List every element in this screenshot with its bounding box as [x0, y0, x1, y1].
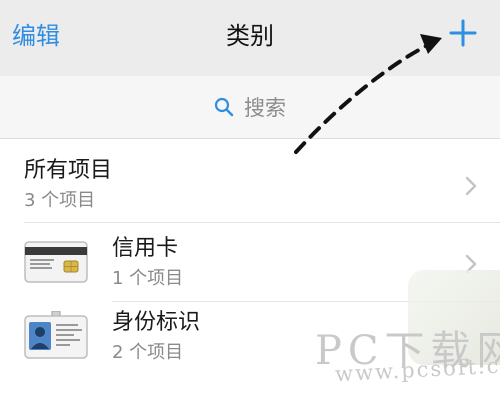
list-item-title: 身份标识	[112, 310, 201, 335]
list-item-subtitle: 1 个项目	[112, 268, 184, 289]
list-item-title: 信用卡	[112, 236, 179, 261]
id-card-icon	[24, 311, 88, 359]
list-item-subtitle: 2 个项目	[112, 342, 184, 363]
chevron-right-icon	[465, 176, 477, 196]
list-item-all[interactable]: 所有项目 3 个项目	[0, 139, 500, 223]
credit-card-icon	[24, 241, 88, 283]
search-icon	[214, 97, 234, 117]
list-item-subtitle: 3 个项目	[24, 190, 96, 211]
list-item-title: 所有项目	[24, 158, 113, 183]
